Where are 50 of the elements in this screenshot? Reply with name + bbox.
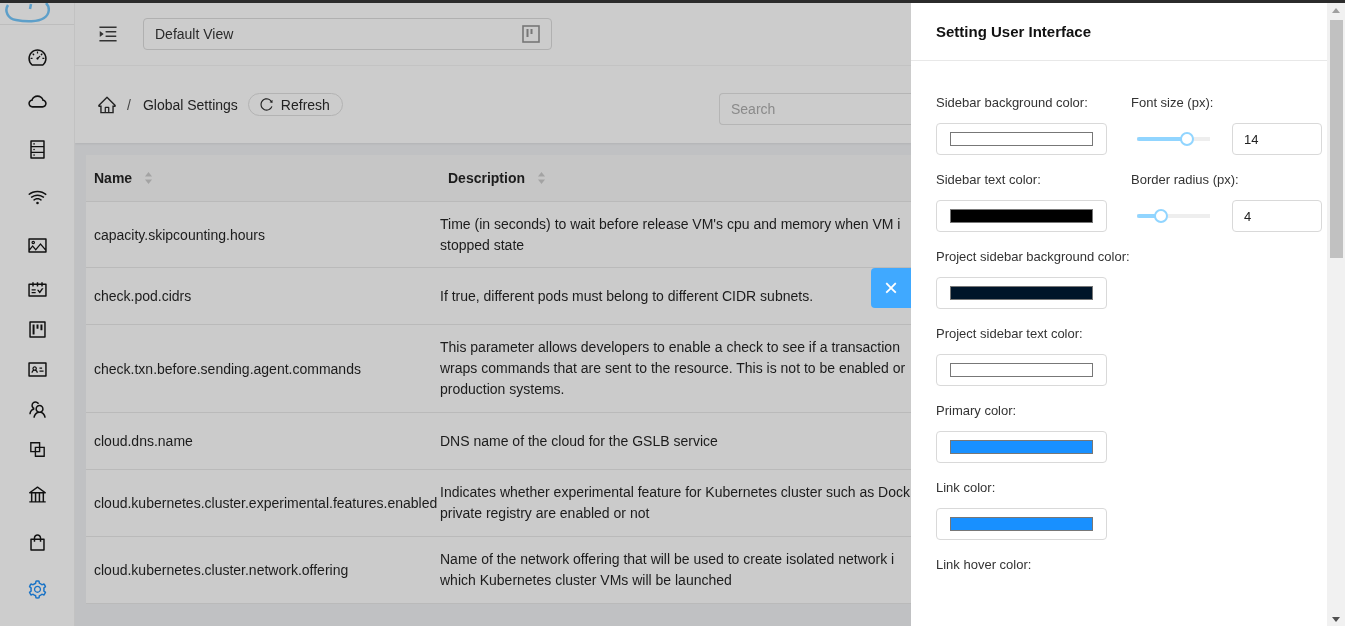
column-header[interactable]: Name xyxy=(94,170,133,186)
breadcrumb-separator: / xyxy=(127,96,131,113)
table-cell-text: capacity.skipcounting.hours xyxy=(93,226,265,243)
bank-icon[interactable] xyxy=(26,483,48,505)
column-header[interactable]: Description xyxy=(448,170,525,186)
field-label: Font size (px): xyxy=(1131,95,1215,111)
field-label: Link hover color: xyxy=(936,557,1033,573)
board-icon[interactable] xyxy=(26,318,48,340)
table-cell-text: cloud.kubernetes.cluster.experimental.features.enabled xyxy=(93,495,438,511)
number-field[interactable]: 14 xyxy=(1232,123,1322,155)
table-cell-text: check.txn.before.sending.agent.commands xyxy=(93,360,361,377)
table-cell-text: Indicates whether experimental feature for Kubernetes cluster such as Dock private registry are enabled or not xyxy=(440,483,911,523)
color-picker[interactable] xyxy=(936,277,1107,309)
color-picker[interactable] xyxy=(936,123,1107,155)
slider-handle[interactable] xyxy=(1179,132,1194,146)
color-picker[interactable] xyxy=(936,200,1107,232)
table-cell-text: cloud.dns.name xyxy=(93,433,193,449)
color-picker[interactable] xyxy=(936,354,1107,386)
view-select[interactable]: Default View xyxy=(143,18,552,50)
table-cell-text: DNS name of the cloud for the GSLB service xyxy=(440,431,718,451)
scrollbar[interactable] xyxy=(1327,3,1345,626)
users-icon[interactable] xyxy=(26,398,48,420)
field-label: Sidebar background color: xyxy=(936,95,1089,111)
table-cell-text: Name of the network offering that will be used to create isolated network i which Kubernetes cluster VMs will be launched xyxy=(440,550,895,590)
reload-icon xyxy=(258,97,274,112)
drawer-title: Setting User Interface xyxy=(936,23,1092,40)
scroll-down-icon[interactable] xyxy=(1332,617,1340,622)
field-label: Project sidebar background color: xyxy=(936,249,1130,265)
table-cell-text: check.pod.cidrs xyxy=(93,288,192,304)
field-label: Border radius (px): xyxy=(1131,172,1240,188)
field-label: Project sidebar text color: xyxy=(936,326,1084,342)
settings-icon[interactable] xyxy=(26,578,48,600)
field-label: Link color: xyxy=(936,480,997,496)
number-field[interactable]: 4 xyxy=(1232,200,1322,232)
field-label: Sidebar text color: xyxy=(936,172,1042,188)
table-cell-text: cloud.kubernetes.cluster.network.offering xyxy=(93,562,349,578)
breadcrumb-item: Global Settings xyxy=(142,96,238,113)
board-icon xyxy=(521,24,541,44)
table-cell-text: If true, different pods must belong to different CIDR subnets. xyxy=(440,286,814,306)
table-cell-text: Time (in seconds) to wait before release VM's cpu and memory when VM i stopped state xyxy=(440,214,901,255)
color-picker[interactable] xyxy=(936,508,1107,540)
home-icon[interactable] xyxy=(97,94,117,115)
gauge-icon[interactable] xyxy=(26,46,48,68)
slider-handle[interactable] xyxy=(1154,209,1169,223)
refresh-button[interactable]: Refresh xyxy=(247,93,343,116)
color-picker[interactable] xyxy=(936,431,1107,463)
menu-icon[interactable] xyxy=(97,23,119,45)
table-cell-text: This parameter allows developers to enable a check to see if a transaction wraps commands that are sent to the resource. This is not to be enabled or production systems. xyxy=(440,338,906,399)
search-field[interactable]: Search xyxy=(719,92,911,125)
field-label: Primary color: xyxy=(936,403,1018,419)
